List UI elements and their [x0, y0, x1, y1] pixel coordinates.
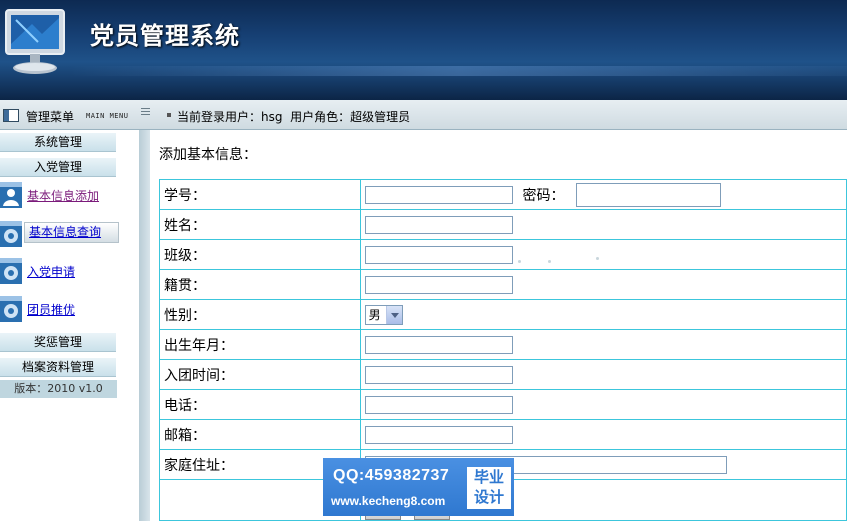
password-input[interactable]	[576, 182, 722, 207]
form-row: 邮箱：	[159, 419, 847, 450]
form-row: 学号： 密码：	[159, 179, 847, 210]
email-input[interactable]	[364, 425, 513, 444]
sidebar-item-basic-info-add[interactable]: 基本信息添加	[0, 181, 120, 209]
form-heading: 添加基本信息：	[159, 147, 257, 163]
header-decoration	[70, 66, 847, 76]
league-date-input[interactable]	[364, 365, 513, 384]
form-cell	[359, 329, 847, 360]
class-input[interactable]	[364, 245, 513, 264]
sidebar-item-label[interactable]: 基本信息添加	[27, 187, 99, 204]
menu-title: 管理菜单	[26, 110, 75, 124]
sidebar-category-party-join[interactable]: 入党管理	[0, 157, 116, 177]
sidebar-category-rewards[interactable]: 奖惩管理	[0, 332, 116, 352]
birth-input[interactable]	[364, 335, 513, 354]
version-label: 版本：2010 v1.0	[0, 380, 117, 398]
sidebar-category-system[interactable]: 系统管理	[0, 132, 116, 152]
menu-subtitle: MAIN MENU	[86, 112, 129, 120]
form-cell	[359, 419, 847, 450]
form-cell	[359, 239, 847, 270]
chevron-down-icon[interactable]	[385, 305, 402, 324]
form-cell	[359, 359, 847, 390]
form-cell	[359, 209, 847, 240]
current-user-info: 当前登录用户：hsg 用户角色：超级管理员	[177, 110, 411, 124]
form-cell: 密码：	[359, 179, 847, 210]
form-row: 入团时间：	[159, 359, 847, 390]
app-title: 党员管理系统	[90, 21, 240, 50]
student-id-label: 学号：	[159, 179, 361, 210]
gear-icon	[0, 258, 22, 284]
league-date-label: 入团时间：	[159, 359, 361, 390]
form-row: 籍贯：	[159, 269, 847, 300]
sidebar-category-archives[interactable]: 档案资料管理	[0, 357, 116, 377]
origin-label: 籍贯：	[159, 269, 361, 300]
watermark-badge: 毕业 设计	[467, 467, 511, 509]
sidebar-item-label[interactable]: 入党申请	[27, 263, 75, 280]
password-label: 密码：	[522, 187, 565, 204]
watermark-qq: QQ:459382737	[333, 467, 450, 484]
watermark-url: www.kecheng8.com	[331, 494, 446, 508]
origin-input[interactable]	[364, 275, 513, 294]
birth-label: 出生年月：	[159, 329, 361, 360]
phone-label: 电话：	[159, 389, 361, 420]
form-row: 电话：	[159, 389, 847, 420]
monitor-logo-icon	[5, 9, 65, 74]
gender-select[interactable]: 男	[364, 304, 403, 325]
form-cell: 男	[359, 299, 847, 330]
form-row: 班级：	[159, 239, 847, 270]
student-id-input[interactable]	[364, 185, 513, 204]
form-row: 性别： 男	[159, 299, 847, 330]
name-input[interactable]	[364, 215, 513, 234]
form-cell	[359, 269, 847, 300]
gender-label: 性别：	[159, 299, 361, 330]
sidebar-splitter[interactable]	[139, 130, 150, 521]
collapse-handle-icon[interactable]	[141, 108, 150, 119]
status-bar: 管理菜单 MAIN MENU 当前登录用户：hsg 用户角色：超级管理员	[0, 100, 847, 130]
menu-icon	[3, 109, 19, 122]
class-label: 班级：	[159, 239, 361, 270]
email-label: 邮箱：	[159, 419, 361, 450]
person-icon	[0, 182, 22, 208]
watermark-banner: QQ:459382737 www.kecheng8.com 毕业 设计	[323, 458, 514, 516]
form-row: 出生年月：	[159, 329, 847, 360]
gender-selected-value: 男	[368, 307, 381, 322]
sidebar-item-league-recommend[interactable]: 团员推优	[0, 295, 120, 323]
sidebar-item-label[interactable]: 基本信息查询	[24, 222, 119, 243]
gear-icon	[0, 296, 22, 322]
gear-icon	[0, 221, 22, 247]
watermark-badge-line1: 毕业	[473, 468, 504, 486]
form-cell	[359, 389, 847, 420]
sidebar-item-party-application[interactable]: 入党申请	[0, 257, 120, 285]
phone-input[interactable]	[364, 395, 513, 414]
sidebar-item-basic-info-query[interactable]: 基本信息查询	[0, 220, 120, 248]
form-row: 姓名：	[159, 209, 847, 240]
sidebar: 系统管理 入党管理 基本信息添加 基本信息查询 入党申请 团员推优 奖惩管理 档…	[0, 130, 139, 521]
name-label: 姓名：	[159, 209, 361, 240]
sidebar-item-label[interactable]: 团员推优	[27, 301, 75, 318]
app-header: 党员管理系统	[0, 0, 847, 100]
bullet-icon	[167, 113, 171, 117]
watermark-badge-line2: 设计	[473, 488, 504, 506]
